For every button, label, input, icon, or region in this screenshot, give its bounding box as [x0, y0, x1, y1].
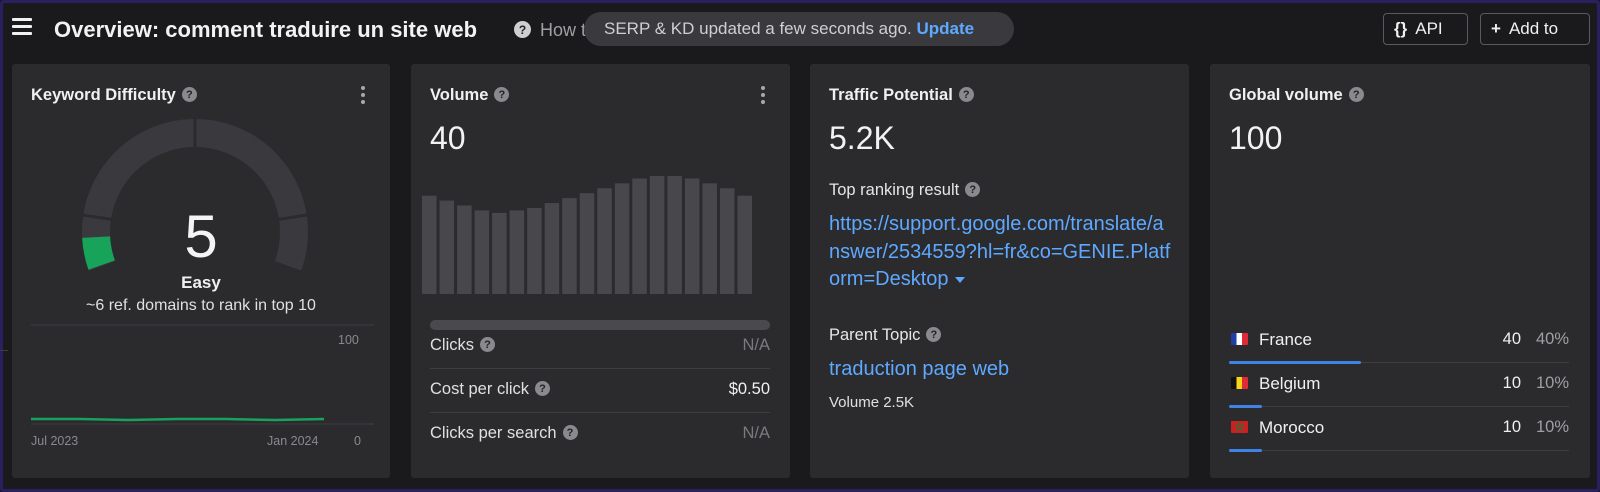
page-title: Overview: comment traduire un site web	[54, 17, 478, 42]
parent-topic-link[interactable]: traduction page web	[829, 356, 1009, 384]
volume-bar	[579, 193, 595, 294]
metric-value: $0.50	[728, 380, 770, 398]
help-icon[interactable]: ?	[958, 87, 974, 103]
country-name: Belgium	[1259, 374, 1321, 393]
volume-bar	[527, 207, 542, 294]
api-button[interactable]: {} API	[1383, 13, 1468, 45]
flag-belgium-icon	[1231, 377, 1248, 389]
parent-topic-volume: Volume 2.5K	[829, 394, 915, 411]
metric-row-cost-per-click: Cost per click? $0.50	[430, 368, 770, 413]
volume-bar	[702, 183, 717, 294]
global-volume-value: 100	[1229, 120, 1283, 156]
plus-icon: +	[1491, 19, 1501, 38]
add-to-button-label: Add to	[1508, 19, 1559, 38]
country-volume: 10	[1502, 374, 1521, 392]
caret-down-icon[interactable]	[954, 276, 965, 283]
traffic-potential-value: 5.2K	[829, 120, 895, 156]
country-share-bar	[1229, 449, 1262, 452]
metric-row-clicks: Clicks? N/A	[430, 324, 770, 369]
country-volume: 40	[1502, 330, 1521, 348]
country-percent: 40%	[1535, 330, 1569, 348]
volume-bar	[719, 188, 735, 294]
country-volume: 10	[1502, 418, 1521, 436]
keyword-difficulty-card: Keyword Difficulty? 5 Easy ~6 ref. domai…	[12, 64, 390, 478]
volume-bar	[632, 178, 647, 294]
volume-bar	[649, 176, 665, 294]
country-name: Morocco	[1259, 418, 1325, 437]
volume-trend-chart	[422, 176, 752, 294]
help-icon[interactable]: ?	[926, 327, 942, 343]
country-percent: 10%	[1535, 374, 1569, 392]
top-ranking-label: Top ranking result	[829, 181, 960, 199]
kd-history-line	[31, 417, 325, 422]
add-to-button[interactable]: + Add to	[1480, 13, 1590, 45]
x-axis-start-label: Jul 2023	[31, 434, 79, 448]
toast-message: SERP & KD updated a few seconds ago.	[604, 19, 912, 38]
volume-bar	[439, 200, 455, 294]
card-title: Traffic Potential?	[829, 86, 974, 105]
top-ranking-url: https://support.google.com/translate/ans…	[829, 213, 1171, 290]
volume-bar	[492, 212, 507, 294]
global-volume-card: Global volume? 100 France 40 40% Belgium…	[1210, 64, 1590, 478]
volume-card: Volume? 40 Clicks? N/A Cost per click? $…	[411, 64, 790, 478]
volume-bar	[737, 195, 752, 294]
divider	[0, 350, 8, 351]
volume-bar	[667, 176, 682, 294]
y-axis-max-label: 100	[338, 333, 359, 347]
flag-morocco-icon	[1231, 421, 1248, 433]
volume-bar	[509, 210, 525, 294]
metric-value: N/A	[742, 424, 770, 442]
help-icon[interactable]: ?	[480, 337, 495, 353]
top-ranking-url-link[interactable]: https://support.google.com/translate/ans…	[829, 211, 1174, 294]
metric-label: Clicks per search	[430, 424, 557, 442]
country-row-belgium[interactable]: Belgium 10 10%	[1229, 362, 1569, 408]
volume-bar	[684, 178, 700, 294]
update-link[interactable]: Update	[917, 19, 975, 38]
api-button-label: API	[1415, 19, 1443, 38]
volume-bar	[544, 203, 560, 294]
braces-icon: {}	[1394, 19, 1408, 38]
header: Overview: comment traduire un site web ?…	[0, 0, 1600, 58]
volume-bar	[474, 210, 490, 294]
metric-row-clicks-per-search: Clicks per search? N/A	[430, 412, 770, 456]
y-axis-min-label: 0	[354, 434, 361, 448]
metric-label: Clicks	[430, 336, 474, 354]
parent-topic-heading: Parent Topic?	[829, 326, 942, 345]
update-toast: SERP & KD updated a few seconds ago. Upd…	[584, 12, 1014, 46]
volume-bar	[457, 205, 472, 294]
volume-bar	[614, 183, 630, 294]
metric-label: Cost per click	[430, 380, 530, 398]
country-row-france[interactable]: France 40 40%	[1229, 318, 1569, 364]
card-title-text: Global volume	[1229, 86, 1343, 104]
kd-history-chart	[31, 324, 374, 425]
help-icon[interactable]: ?	[514, 21, 531, 38]
volume-bar	[422, 195, 437, 294]
country-row-morocco[interactable]: Morocco 10 10%	[1229, 406, 1569, 452]
volume-bar	[562, 198, 577, 294]
volume-bar	[597, 188, 612, 294]
country-percent: 10%	[1535, 418, 1569, 436]
parent-topic-label: Parent Topic	[829, 326, 921, 344]
menu-icon[interactable]	[12, 18, 32, 36]
traffic-potential-card: Traffic Potential? 5.2K Top ranking resu…	[810, 64, 1189, 478]
x-axis-end-label: Jan 2024	[267, 434, 319, 448]
help-icon[interactable]: ?	[535, 381, 551, 397]
card-title-text: Traffic Potential	[829, 86, 953, 104]
help-icon[interactable]: ?	[562, 425, 578, 441]
flag-france-icon	[1231, 333, 1248, 345]
metric-value: N/A	[742, 336, 770, 354]
help-icon[interactable]: ?	[1348, 87, 1364, 103]
card-title: Global volume?	[1229, 86, 1364, 105]
help-icon[interactable]: ?	[965, 182, 981, 198]
how-to-text[interactable]: How t	[540, 20, 586, 41]
country-name: France	[1259, 330, 1312, 349]
top-ranking-heading: Top ranking result?	[829, 181, 981, 200]
